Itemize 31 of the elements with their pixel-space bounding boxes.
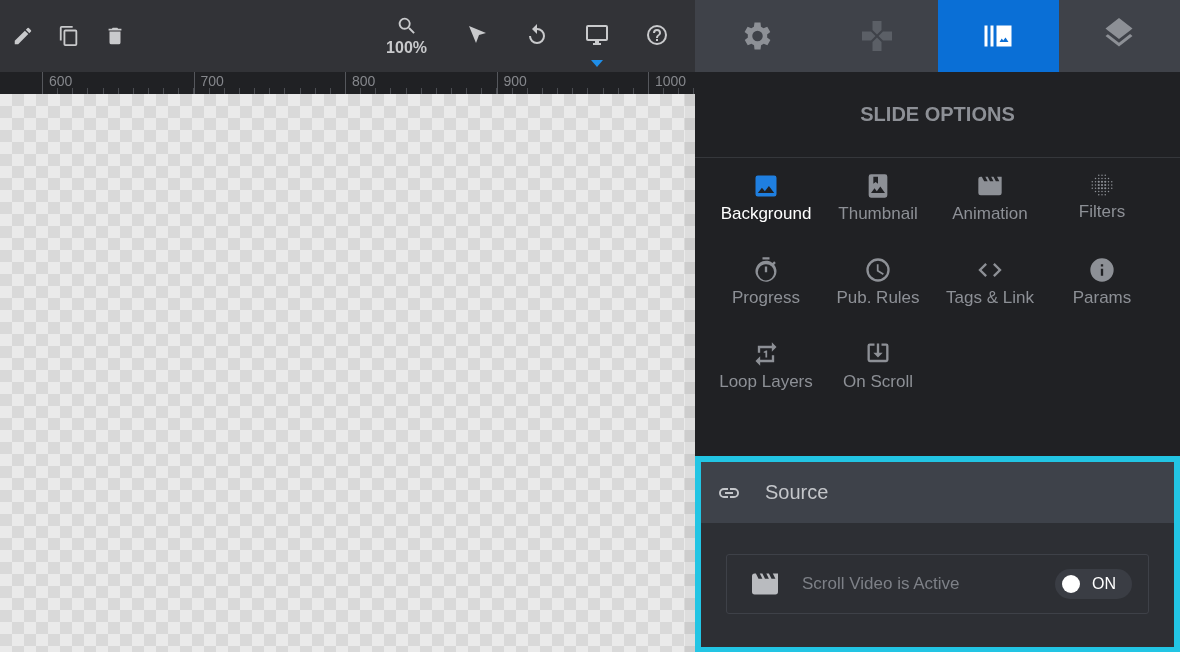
- panel-tab[interactable]: [937, 0, 1059, 72]
- monitor-icon: [585, 23, 609, 47]
- option-item[interactable]: Params: [1046, 256, 1158, 332]
- option-item[interactable]: Background: [710, 172, 822, 248]
- panel-title: SLIDE OPTIONS: [860, 103, 1015, 126]
- toggle-switch[interactable]: ON: [1055, 569, 1132, 599]
- toolbar-button[interactable]: [12, 25, 34, 47]
- option-item[interactable]: On Scroll: [822, 340, 934, 416]
- pencil-icon: [12, 25, 34, 47]
- option-item[interactable]: Animation: [934, 172, 1046, 248]
- dot-grid-icon: [1089, 172, 1115, 198]
- option-item[interactable]: Filters: [1046, 172, 1158, 248]
- zoom-button[interactable]: 100%: [386, 15, 427, 57]
- ruler-label: 900: [503, 73, 527, 89]
- option-item[interactable]: Loop Layers: [710, 340, 822, 416]
- option-item[interactable]: Pub. Rules: [822, 256, 934, 332]
- ruler-label: 1000: [655, 73, 687, 89]
- option-item[interactable]: Thumbnail: [822, 172, 934, 248]
- info-icon: [1088, 256, 1116, 284]
- ruler-label: 800: [352, 73, 376, 89]
- option-item[interactable]: Progress: [710, 256, 822, 332]
- option-item[interactable]: Tags & Link: [934, 256, 1046, 332]
- section-title: Source: [765, 481, 829, 504]
- ruler-label: 700: [200, 73, 224, 89]
- ruler-label: 600: [49, 73, 73, 89]
- toolbar-button[interactable]: [58, 25, 80, 47]
- setting-label: Scroll Video is Active: [802, 574, 961, 594]
- clapperboard-icon: [752, 573, 778, 595]
- help-icon: [645, 23, 669, 47]
- copy-icon: [58, 25, 80, 47]
- clock-icon: [864, 256, 892, 284]
